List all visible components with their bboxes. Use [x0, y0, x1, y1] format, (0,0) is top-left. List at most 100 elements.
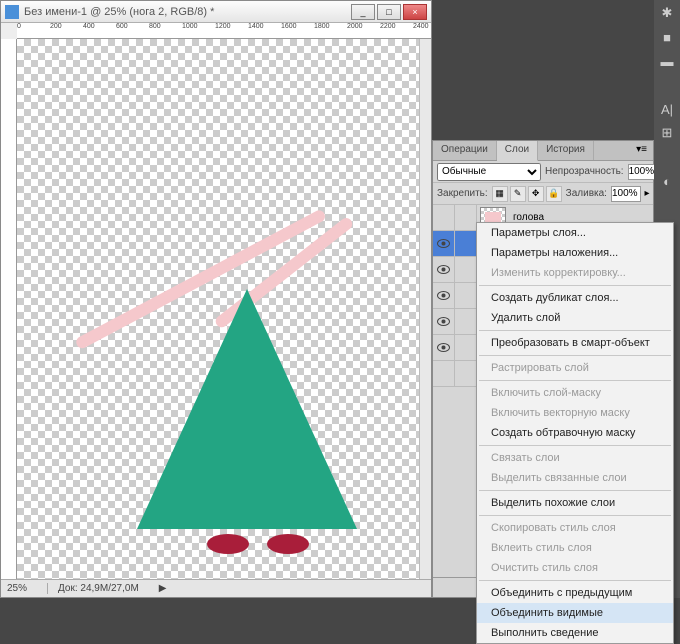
link-cell[interactable] [455, 283, 477, 309]
canvas[interactable] [17, 39, 419, 579]
menu-item[interactable]: Объединить с предыдущим [477, 583, 673, 603]
menu-separator [479, 515, 671, 516]
tool-button[interactable]: ▬ [658, 52, 676, 70]
menu-item: Очистить стиль слоя [477, 558, 673, 578]
layer-context-menu: Параметры слоя...Параметры наложения...И… [476, 222, 674, 644]
ruler-mark: 0 [17, 23, 21, 30]
layer-tree [137, 289, 357, 529]
ruler-mark: 800 [149, 23, 161, 30]
docsize-label: Док: [58, 583, 78, 594]
visibility-toggle[interactable] [433, 361, 455, 387]
artwork [17, 39, 419, 579]
opacity-input[interactable]: 100% [628, 164, 658, 180]
ruler-mark: 1400 [248, 23, 264, 30]
lock-pixels-icon[interactable]: ✎ [510, 186, 526, 202]
statusbar: 25% Док: 24,9M/27,0M ▶ [1, 579, 431, 597]
ruler-mark: 2200 [380, 23, 396, 30]
ruler-mark: 2000 [347, 23, 363, 30]
visibility-toggle[interactable] [433, 283, 455, 309]
visibility-toggle[interactable] [433, 231, 455, 257]
fill-arrow-icon[interactable]: ▸ [645, 188, 650, 199]
menu-separator [479, 330, 671, 331]
ruler-mark: 200 [50, 23, 62, 30]
blendmode-select[interactable]: Обычные [437, 163, 541, 181]
statusbar-arrow-icon[interactable]: ▶ [159, 583, 167, 594]
menu-item: Растрировать слой [477, 358, 673, 378]
menu-separator [479, 380, 671, 381]
menu-separator [479, 285, 671, 286]
visibility-toggle[interactable] [433, 309, 455, 335]
link-cell[interactable] [455, 309, 477, 335]
minimize-button[interactable]: _ [351, 4, 375, 20]
menu-item[interactable]: Создать обтравочную маску [477, 423, 673, 443]
menu-item: Вклеить стиль слоя [477, 538, 673, 558]
lock-transparency-icon[interactable]: ▦ [492, 186, 508, 202]
menu-item[interactable]: Параметры слоя... [477, 223, 673, 243]
maximize-button[interactable]: □ [377, 4, 401, 20]
document-window: Без имени-1 @ 25% (нога 2, RGB/8) * _ □ … [0, 0, 432, 598]
tool-button[interactable]: ■ [658, 28, 676, 46]
menu-item: Скопировать стиль слоя [477, 518, 673, 538]
link-cell[interactable] [455, 231, 477, 257]
menu-item[interactable]: Преобразовать в смарт-объект [477, 333, 673, 353]
lock-all-icon[interactable]: 🔒 [546, 186, 562, 202]
tab-layers[interactable]: Слои [497, 141, 538, 161]
menu-item: Включить слой-маску [477, 383, 673, 403]
visibility-toggle[interactable] [433, 205, 455, 231]
menu-item[interactable]: Выделить похожие слои [477, 493, 673, 513]
panel-menu-icon[interactable]: ▾≡ [630, 141, 653, 160]
visibility-toggle[interactable] [433, 257, 455, 283]
menu-item: Связать слои [477, 448, 673, 468]
opacity-label: Непрозрачность: [545, 166, 624, 177]
tool-button[interactable]: ✱ [658, 4, 676, 22]
fill-input[interactable]: 100% [611, 186, 641, 202]
close-button[interactable]: × [403, 4, 427, 20]
ruler-horizontal[interactable]: 0 200 400 600 800 1000 1200 1400 1600 1800 2000 220… [17, 23, 431, 39]
tool-button[interactable] [658, 148, 676, 166]
ruler-mark: 400 [83, 23, 95, 30]
menu-item[interactable]: Удалить слой [477, 308, 673, 328]
panel-tabs: Операции Слои История ▾≡ [433, 141, 653, 161]
menu-item: Выделить связанные слои [477, 468, 673, 488]
menu-separator [479, 355, 671, 356]
zoom-level[interactable]: 25% [7, 583, 27, 594]
window-title: Без имени-1 @ 25% (нога 2, RGB/8) * [24, 6, 351, 18]
ruler-mark: 1200 [215, 23, 231, 30]
layer-foot2 [267, 534, 309, 554]
link-cell[interactable] [455, 335, 477, 361]
menu-item[interactable]: Объединить видимые [477, 603, 673, 623]
tool-button[interactable]: A| [658, 100, 676, 118]
link-cell[interactable] [455, 361, 477, 387]
ruler-mark: 600 [116, 23, 128, 30]
app-icon [5, 5, 19, 19]
menu-item[interactable]: Создать дубликат слоя... [477, 288, 673, 308]
lock-position-icon[interactable]: ✥ [528, 186, 544, 202]
layer-foot1 [207, 534, 249, 554]
tool-button[interactable]: ⊞ [658, 124, 676, 142]
menu-item: Включить векторную маску [477, 403, 673, 423]
tab-operations[interactable]: Операции [433, 141, 497, 160]
ruler-vertical[interactable] [1, 39, 17, 579]
tool-button[interactable] [658, 76, 676, 94]
link-cell[interactable] [455, 257, 477, 283]
menu-item: Изменить корректировку... [477, 263, 673, 283]
menu-separator [479, 445, 671, 446]
ruler-mark: 1800 [314, 23, 330, 30]
link-cell[interactable] [455, 205, 477, 231]
scrollbar-vertical[interactable] [419, 39, 431, 579]
ruler-mark: 1000 [182, 23, 198, 30]
menu-separator [479, 580, 671, 581]
tool-button[interactable] [658, 196, 676, 214]
visibility-toggle[interactable] [433, 335, 455, 361]
titlebar[interactable]: Без имени-1 @ 25% (нога 2, RGB/8) * _ □ … [1, 1, 431, 23]
ruler-mark: 2400 [413, 23, 429, 30]
menu-separator [479, 490, 671, 491]
tab-history[interactable]: История [538, 141, 594, 160]
menu-item[interactable]: Параметры наложения... [477, 243, 673, 263]
tool-button[interactable]: ◐ [658, 172, 676, 190]
fill-label: Заливка: [566, 188, 607, 199]
menu-item[interactable]: Выполнить сведение [477, 623, 673, 643]
ruler-mark: 1600 [281, 23, 297, 30]
lock-label: Закрепить: [437, 188, 488, 199]
docsize-value: 24,9M/27,0M [80, 583, 138, 594]
